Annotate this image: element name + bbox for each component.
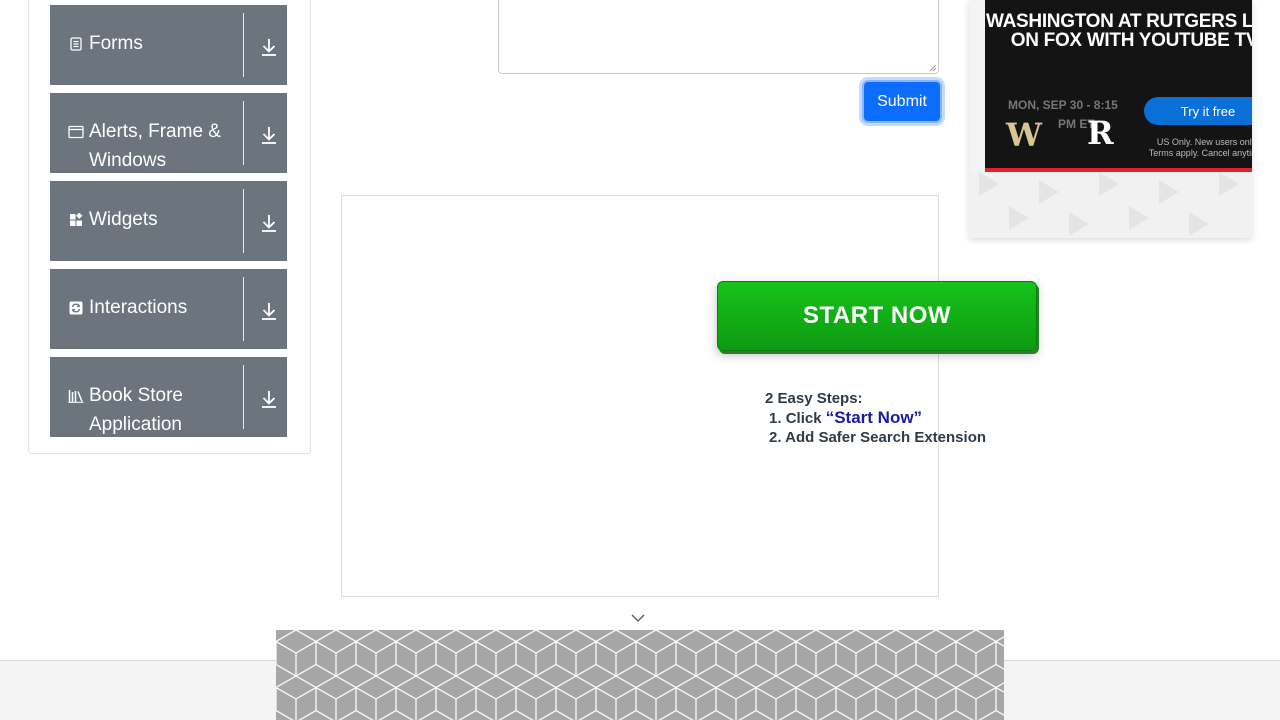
sidebar-group-label: Alerts, Frame & Windows bbox=[89, 121, 221, 171]
divider bbox=[243, 277, 244, 341]
ad-headline: WASHINGTON AT RUTGERS LIVE ON FOX WITH Y… bbox=[986, 11, 1252, 51]
submit-button[interactable]: Submit bbox=[862, 80, 942, 123]
sidebar-group-book-store-application[interactable]: Book Store Application bbox=[50, 357, 287, 437]
ad-banner: WASHINGTON AT RUTGERS LIVE ON FOX WITH Y… bbox=[985, 0, 1252, 172]
divider bbox=[243, 101, 244, 165]
start-now-button[interactable]: START NOW bbox=[717, 281, 1037, 351]
promo-steps: 2 Easy Steps: 1. Click “Start Now” 2. Ad… bbox=[765, 390, 986, 446]
try-it-free-button[interactable]: Try it free bbox=[1144, 97, 1252, 125]
book-store-icon bbox=[68, 388, 84, 404]
sidebar-group-label: Widgets bbox=[89, 209, 158, 230]
fine-print-line2: Terms apply. Cancel anytime. bbox=[1148, 148, 1252, 158]
window-icon bbox=[68, 124, 84, 140]
sidebar-group-label: Forms bbox=[89, 33, 143, 54]
download-arrow-icon[interactable] bbox=[259, 124, 279, 146]
washington-logo: W bbox=[1006, 116, 1042, 154]
step-2-text: Add Safer Search Extension bbox=[785, 429, 987, 446]
sidebar-group-alerts-frame-windows[interactable]: Alerts, Frame & Windows bbox=[50, 93, 287, 173]
sidebar-group-interactions[interactable]: Interactions bbox=[50, 269, 287, 349]
ad-fine-print: US Only. New users only. Terms apply. Ca… bbox=[1135, 137, 1252, 159]
download-arrow-icon[interactable] bbox=[259, 36, 279, 58]
divider bbox=[243, 13, 244, 77]
sidebar-group-label: Interactions bbox=[89, 297, 188, 318]
interactions-icon bbox=[68, 300, 84, 316]
cube-pattern bbox=[276, 630, 1004, 720]
download-arrow-icon[interactable] bbox=[259, 388, 279, 410]
widgets-icon bbox=[68, 212, 84, 228]
chevron-down-icon[interactable] bbox=[630, 612, 646, 624]
sidebar-group-forms[interactable]: Forms bbox=[50, 5, 287, 85]
sidebar-group-label: Book Store Application bbox=[89, 385, 183, 435]
step-1-prefix: Click bbox=[785, 410, 826, 427]
rutgers-logo: R bbox=[1087, 114, 1114, 152]
ad-pattern bbox=[969, 172, 1252, 238]
right-ad[interactable]: WASHINGTON AT RUTGERS LIVE ON FOX WITH Y… bbox=[969, 0, 1252, 238]
step-1: 1. Click “Start Now” bbox=[769, 408, 923, 427]
divider bbox=[243, 189, 244, 253]
download-arrow-icon[interactable] bbox=[259, 212, 279, 234]
fine-print-line1: US Only. New users only. bbox=[1156, 137, 1252, 147]
step-1-highlight: “Start Now” bbox=[825, 408, 923, 427]
resize-grip-icon[interactable] bbox=[929, 64, 937, 72]
steps-heading: 2 Easy Steps: bbox=[765, 390, 863, 407]
ad-date-line1: MON, SEP 30 - 8:15 bbox=[1008, 98, 1118, 112]
download-arrow-icon[interactable] bbox=[259, 300, 279, 322]
bottom-ad-banner[interactable] bbox=[276, 630, 1004, 720]
address-textarea[interactable] bbox=[498, 0, 939, 74]
step-2: 2. Add Safer Search Extension bbox=[769, 429, 987, 446]
divider bbox=[243, 365, 244, 429]
form-icon bbox=[68, 36, 84, 52]
sidebar-group-widgets[interactable]: Widgets bbox=[50, 181, 287, 261]
